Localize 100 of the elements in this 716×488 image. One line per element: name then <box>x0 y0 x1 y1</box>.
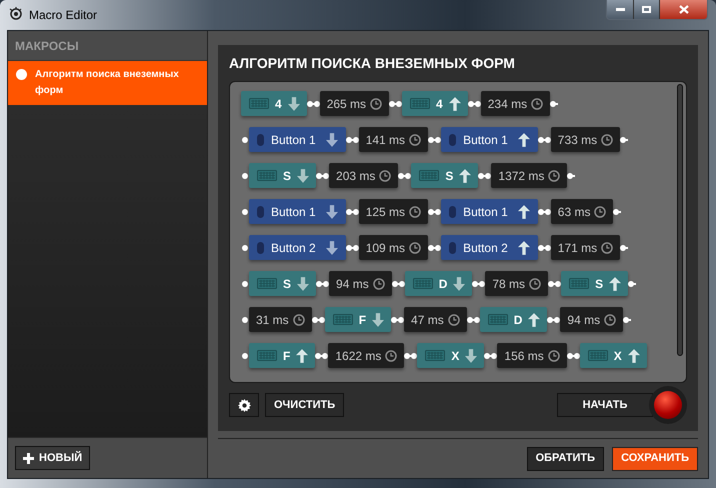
clock-icon <box>385 350 398 362</box>
key-event[interactable]: S <box>411 163 478 188</box>
delay-event[interactable]: 265 ms <box>320 91 390 116</box>
delay-event[interactable]: 1372 ms <box>491 163 568 188</box>
key-event[interactable]: F <box>324 307 392 332</box>
mouse-event[interactable]: Button 2 <box>441 235 538 260</box>
delay-label: 171 ms <box>558 240 598 256</box>
connector-icon <box>346 208 359 216</box>
key-label: S <box>283 168 292 184</box>
key-event[interactable]: S <box>249 163 316 188</box>
key-label: S <box>283 276 292 292</box>
delay-label: 78 ms <box>492 276 526 292</box>
connector-icon <box>404 352 418 360</box>
key-label: S <box>445 168 454 184</box>
keyboard-icon <box>419 170 440 181</box>
clear-button[interactable]: ОЧИСТИТЬ <box>265 393 344 417</box>
clock-icon <box>409 242 422 254</box>
delay-event[interactable]: 156 ms <box>497 343 567 368</box>
new-button[interactable]: НОВЫЙ <box>15 446 90 470</box>
delay-label: 94 ms <box>336 276 369 292</box>
keyboard-icon <box>588 350 608 361</box>
clock-icon <box>601 134 614 146</box>
connector-icon <box>538 244 551 252</box>
clock-icon <box>409 134 422 146</box>
connector-icon <box>566 352 580 360</box>
keyboard-icon <box>488 314 508 325</box>
clock-icon <box>292 314 305 326</box>
mouse-event[interactable]: Button 2 <box>249 235 346 260</box>
connector-icon <box>428 136 442 144</box>
connector-icon <box>538 136 551 144</box>
delay-event[interactable]: 31 ms <box>249 307 312 332</box>
button-label: Button 1 <box>463 204 508 220</box>
key-event[interactable]: 4 <box>241 91 307 116</box>
key-event[interactable]: F <box>249 343 316 368</box>
keyboard-icon <box>257 278 277 289</box>
revert-button[interactable]: ОБРАТИТЬ <box>526 446 604 470</box>
record-button[interactable] <box>649 386 687 424</box>
keyboard-icon <box>425 350 446 361</box>
delay-event[interactable]: 94 ms <box>329 271 392 296</box>
keyboard-icon <box>410 98 430 109</box>
mouse-event[interactable]: Button 1 <box>249 127 346 152</box>
delay-event[interactable]: 141 ms <box>358 127 428 152</box>
key-event[interactable]: 4 <box>402 91 468 116</box>
close-button[interactable] <box>660 0 707 19</box>
clock-icon <box>604 314 616 326</box>
key-event[interactable]: X <box>580 343 647 368</box>
delay-event[interactable]: 47 ms <box>404 307 467 332</box>
start-button[interactable]: НАЧАТЬ <box>557 393 653 417</box>
delay-event[interactable]: 94 ms <box>560 307 624 332</box>
maximize-button[interactable] <box>634 0 660 19</box>
delay-event[interactable]: 125 ms <box>358 199 428 224</box>
connector-icon <box>472 280 486 288</box>
key-event[interactable]: S <box>249 271 316 296</box>
delay-event[interactable]: 63 ms <box>550 199 614 224</box>
connector-icon <box>484 352 498 360</box>
delay-event[interactable]: 78 ms <box>485 271 548 296</box>
key-label: F <box>358 312 366 328</box>
button-label: Button 1 <box>463 132 508 148</box>
mouse-event[interactable]: Button 1 <box>441 127 538 152</box>
key-event[interactable]: D <box>480 307 548 332</box>
keyboard-icon <box>569 278 590 289</box>
save-button[interactable]: СОХРАНИТЬ <box>612 446 698 470</box>
connector-icon <box>389 100 402 108</box>
mouse-event[interactable]: Button 1 <box>249 199 346 224</box>
clock-icon <box>531 98 544 110</box>
delay-label: 31 ms <box>256 312 289 328</box>
settings-button[interactable] <box>229 393 259 417</box>
delay-event[interactable]: 1622 ms <box>328 343 404 368</box>
minimize-button[interactable] <box>607 0 634 19</box>
connector-icon <box>306 100 320 108</box>
delay-label: 109 ms <box>366 240 406 256</box>
clock-icon <box>548 170 560 182</box>
key-event[interactable]: S <box>561 271 628 296</box>
clock-icon <box>379 170 392 182</box>
delay-event[interactable]: 203 ms <box>329 163 398 188</box>
connector-icon <box>312 316 325 324</box>
delay-event[interactable]: 109 ms <box>358 235 428 260</box>
connector-icon <box>478 172 492 180</box>
key-event[interactable]: D <box>404 271 472 296</box>
mouse-icon <box>449 242 456 254</box>
clock-icon <box>529 278 542 290</box>
mouse-event[interactable]: Button 1 <box>441 199 538 224</box>
mouse-icon <box>449 134 456 146</box>
clock-icon <box>409 206 422 218</box>
clock-icon <box>548 350 560 362</box>
delay-label: 234 ms <box>488 96 528 112</box>
key-label: S <box>595 276 604 292</box>
app-logo-icon <box>9 7 23 21</box>
delay-event[interactable]: 234 ms <box>480 91 550 116</box>
delay-label: 203 ms <box>336 168 376 184</box>
close-icon <box>678 5 688 14</box>
delay-label: 125 ms <box>366 204 406 220</box>
delay-event[interactable]: 733 ms <box>550 127 620 152</box>
keyboard-icon <box>249 98 269 109</box>
sidebar-header: МАКРОСЫ <box>8 31 207 61</box>
delay-label: 1622 ms <box>335 348 382 364</box>
key-event[interactable]: X <box>417 343 484 368</box>
button-label: Button 1 <box>271 132 316 148</box>
delay-event[interactable]: 171 ms <box>550 235 620 260</box>
clock-icon <box>448 314 460 326</box>
